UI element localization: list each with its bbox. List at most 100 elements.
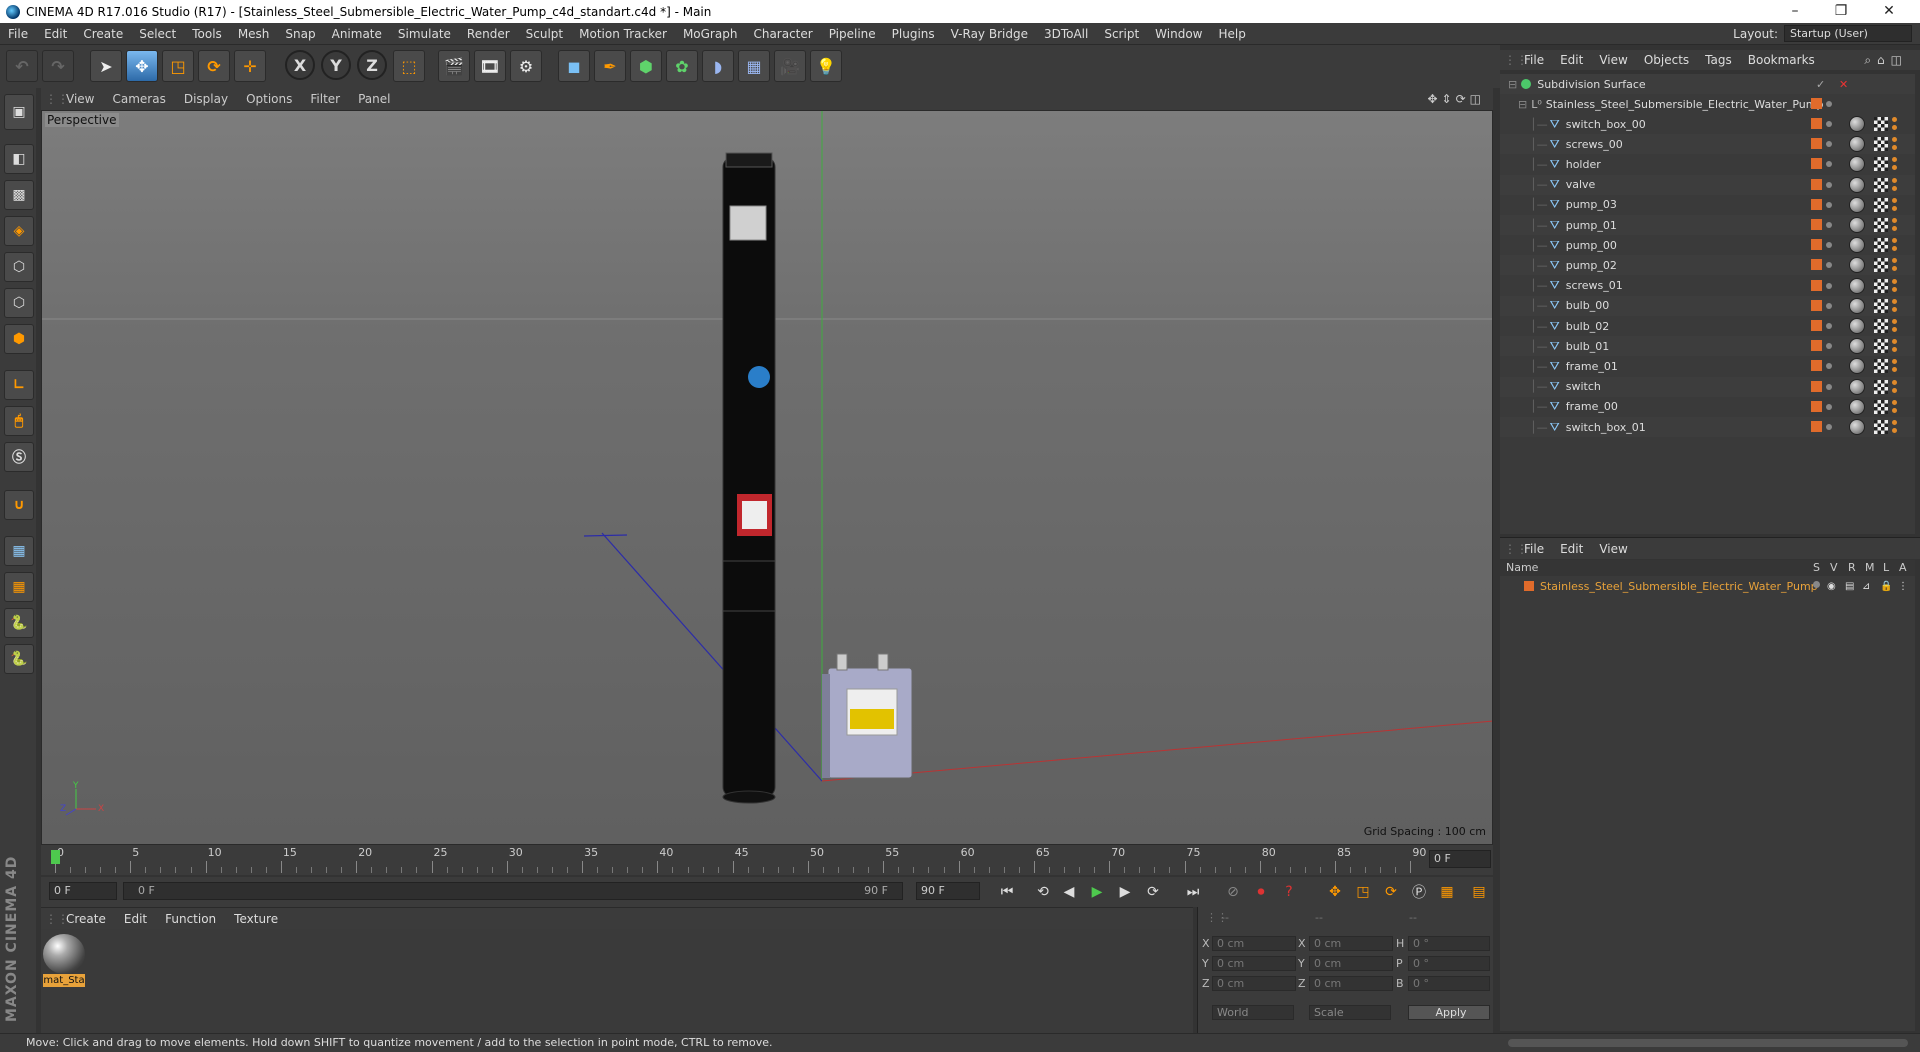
camera-icon[interactable]: 🎥: [774, 50, 806, 82]
object-row-screws-00[interactable]: │— ⛛ screws_00: [1500, 134, 1915, 155]
menu-create[interactable]: Create: [75, 27, 131, 41]
minimize-button[interactable]: –: [1772, 0, 1818, 23]
render-picture-viewer-icon[interactable]: 🎞: [474, 50, 506, 82]
solo-icon[interactable]: [1813, 581, 1820, 588]
visibility-dot-icon[interactable]: [1826, 343, 1832, 350]
next-frame-icon[interactable]: ▶: [1113, 880, 1137, 904]
texture-tag-icon[interactable]: [1874, 137, 1888, 152]
layer-menu-file[interactable]: File: [1516, 542, 1552, 556]
record-icon[interactable]: ⊘: [1221, 880, 1245, 904]
material-tag-icon[interactable]: [1849, 378, 1865, 395]
viewport-menu-display[interactable]: Display: [175, 92, 237, 106]
play-icon[interactable]: ▶: [1085, 880, 1109, 904]
material-tag-icon[interactable]: [1849, 136, 1865, 153]
coord-space-select[interactable]: World: [1212, 1005, 1294, 1020]
object-row-frame-01[interactable]: │— ⛛ frame_01: [1500, 356, 1915, 377]
material-tag-icon[interactable]: [1849, 156, 1865, 173]
close-button[interactable]: ✕: [1866, 0, 1912, 23]
coord-mode-select[interactable]: Scale: [1309, 1005, 1391, 1020]
deformer-icon[interactable]: ◗: [702, 50, 734, 82]
current-frame-field[interactable]: 0 F: [1429, 850, 1491, 868]
rotate-icon[interactable]: ⟳: [198, 50, 230, 82]
texture-tag-icon[interactable]: [1874, 117, 1888, 131]
object-row-switch-box-00[interactable]: │— ⛛ switch_box_00: [1500, 114, 1915, 134]
axis-mode-icon[interactable]: ∟: [4, 370, 34, 400]
tag-dot-icon[interactable]: [1892, 238, 1897, 244]
object-menu-tags[interactable]: Tags: [1697, 53, 1740, 67]
pen-spline-icon[interactable]: ✒: [594, 50, 626, 82]
viewport-menu-options[interactable]: Options: [237, 92, 301, 106]
material-tag-icon[interactable]: [1849, 277, 1865, 294]
tag-dot-icon[interactable]: [1892, 420, 1897, 425]
lock-icon[interactable]: 🔒: [1880, 581, 1892, 592]
layer-color-icon[interactable]: [1811, 360, 1822, 372]
material-menu-create[interactable]: Create: [57, 912, 115, 926]
visibility-dot-icon[interactable]: [1826, 424, 1832, 430]
perspective-viewport[interactable]: Perspective Y X Z Grid Spacing: 100 cm: [41, 110, 1493, 845]
visibility-dot-icon[interactable]: [1826, 222, 1832, 228]
menu-plugins[interactable]: Plugins: [884, 27, 943, 41]
menu-script[interactable]: Script: [1096, 27, 1147, 41]
key-rotation-icon[interactable]: ⟳: [1379, 880, 1403, 904]
viewport-nav-icons[interactable]: ✥⇕⟳◫: [1427, 92, 1485, 106]
material-menu-edit[interactable]: Edit: [115, 912, 156, 926]
redo-icon[interactable]: ↷: [42, 50, 74, 82]
keyframe-selection-icon[interactable]: ?: [1277, 880, 1301, 904]
layer-row[interactable]: Stainless_Steel_Submersible_Electric_Wat…: [1500, 576, 1915, 596]
coord-rot-p-field[interactable]: 0 °: [1408, 956, 1490, 971]
menu-window[interactable]: Window: [1147, 27, 1210, 41]
coord-size-x-field[interactable]: 0 cm: [1309, 936, 1393, 951]
viewport-menu-filter[interactable]: Filter: [301, 92, 349, 106]
workplane-grid-icon[interactable]: ▦: [4, 536, 34, 566]
y-axis-icon[interactable]: Y: [321, 50, 351, 80]
object-menu-file[interactable]: File: [1516, 53, 1552, 67]
object-menu-edit[interactable]: Edit: [1552, 53, 1591, 67]
layer-color-icon[interactable]: [1811, 279, 1822, 291]
render-icon[interactable]: ▤: [1845, 581, 1854, 592]
layout-dropdown[interactable]: Startup (User): [1784, 25, 1912, 42]
object-row-switch[interactable]: │— ⛛ switch: [1500, 376, 1915, 397]
key-pla-icon[interactable]: ▦: [1435, 880, 1459, 904]
material-tag-icon[interactable]: [1849, 116, 1865, 132]
object-row-screws-01[interactable]: │— ⛛ screws_01: [1500, 275, 1915, 296]
tag-dot-icon[interactable]: [1892, 137, 1897, 143]
edit-render-settings-icon[interactable]: ⚙: [510, 50, 542, 82]
menu-motion-tracker[interactable]: Motion Tracker: [571, 27, 675, 41]
menu-character[interactable]: Character: [745, 27, 820, 41]
texture-mode-icon[interactable]: ▩: [4, 180, 34, 210]
viewport-menu-cameras[interactable]: Cameras: [103, 92, 174, 106]
menu-file[interactable]: File: [0, 27, 36, 41]
go-to-end-icon[interactable]: ⏭: [1181, 880, 1205, 904]
visibility-dot-icon[interactable]: [1826, 383, 1832, 390]
tag-dot-icon[interactable]: [1892, 246, 1897, 252]
layer-color-icon[interactable]: [1811, 118, 1822, 129]
manager-icon[interactable]: ⊿: [1862, 581, 1870, 592]
menu-pipeline[interactable]: Pipeline: [821, 27, 884, 41]
tag-dot-icon[interactable]: [1892, 145, 1897, 151]
tag-dot-icon[interactable]: [1892, 278, 1897, 284]
object-row-pump-01[interactable]: │— ⛛ pump_01: [1500, 215, 1915, 235]
autokey-icon[interactable]: ⏺: [1249, 880, 1273, 904]
object-row-pump-02[interactable]: │— ⛛ pump_02: [1500, 255, 1915, 276]
magnet-icon[interactable]: ∪: [4, 490, 34, 520]
scale-icon[interactable]: ◳: [162, 50, 194, 82]
tag-dot-icon[interactable]: [1892, 117, 1897, 122]
material-tag-icon[interactable]: [1849, 237, 1865, 254]
previous-key-icon[interactable]: ⟲: [1031, 880, 1055, 904]
menu-animate[interactable]: Animate: [324, 27, 390, 41]
tag-dot-icon[interactable]: [1892, 379, 1897, 385]
visibility-dot-icon[interactable]: [1826, 161, 1832, 168]
render-view-icon[interactable]: 🎬: [438, 50, 470, 82]
texture-tag-icon[interactable]: [1874, 258, 1888, 273]
add-icon[interactable]: ✛: [234, 50, 266, 82]
layer-color-icon[interactable]: [1811, 138, 1822, 150]
layer-color-icon[interactable]: [1811, 219, 1822, 230]
object-row-pump-03[interactable]: │— ⛛ pump_03: [1500, 194, 1915, 215]
view-eye-icon[interactable]: ◉: [1827, 581, 1836, 592]
subdivision-icon[interactable]: ⬢: [630, 50, 662, 82]
texture-tag-icon[interactable]: [1874, 197, 1888, 212]
visibility-dot-icon[interactable]: [1826, 262, 1832, 269]
polygons-mode-icon[interactable]: ⬢: [4, 324, 34, 354]
menu-help[interactable]: Help: [1210, 27, 1253, 41]
object-row-holder[interactable]: │— ⛛ holder: [1500, 154, 1915, 175]
